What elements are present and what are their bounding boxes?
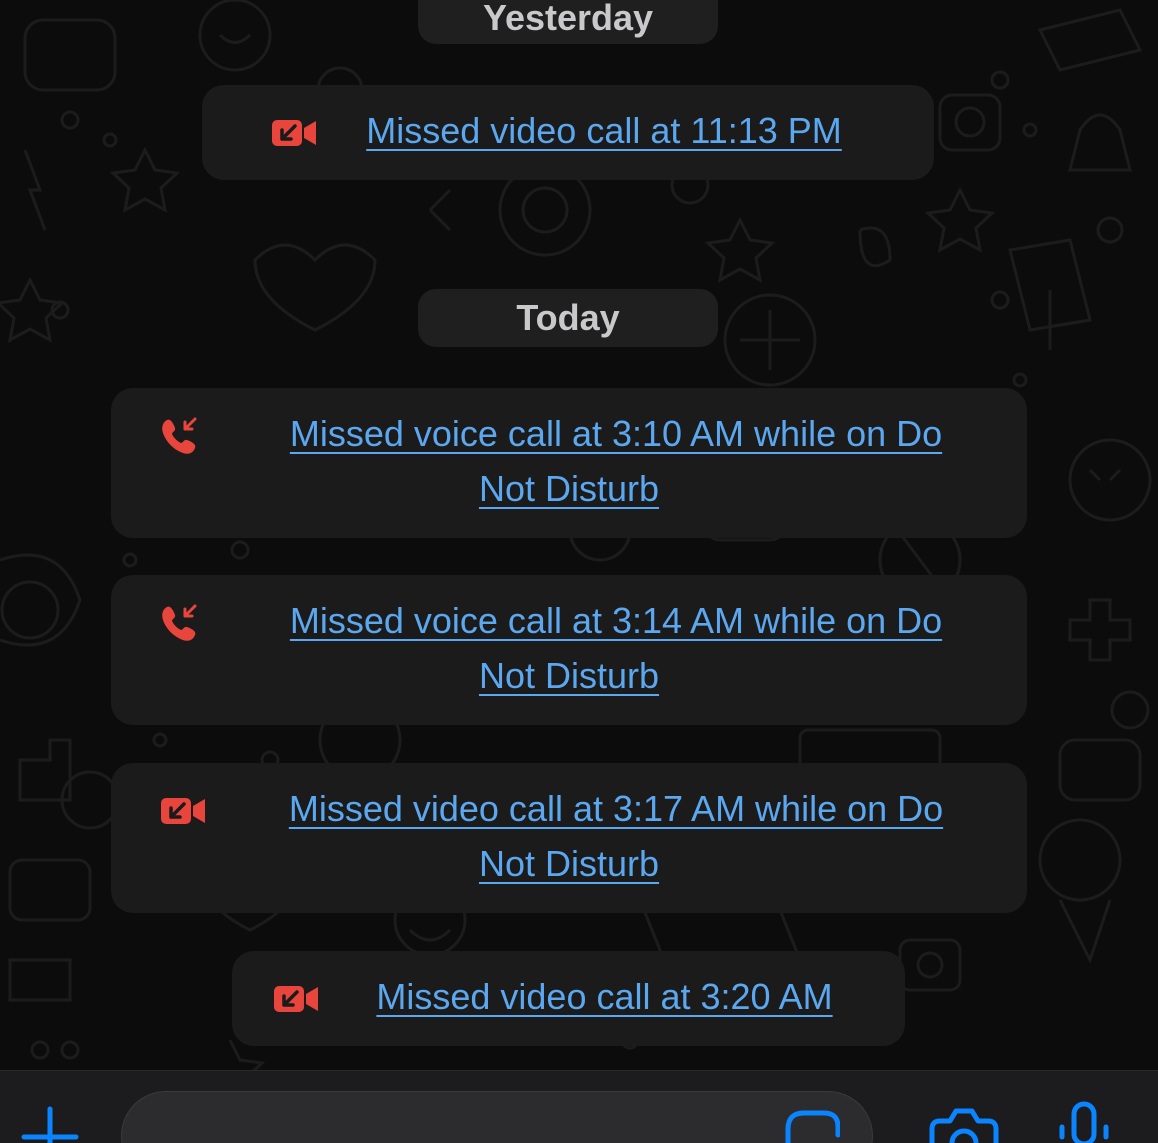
missed-call-message[interactable]: Missed voice call at 3:14 AM while on Do… xyxy=(111,575,1027,725)
date-separator-label: Yesterday xyxy=(482,0,654,38)
call-text-line1[interactable]: Missed video call at 3:20 AM xyxy=(376,976,832,1017)
missed-call-message[interactable]: Missed voice call at 3:10 AM while on Do… xyxy=(111,388,1027,538)
missed-call-message[interactable]: Missed video call at 3:20 AM xyxy=(232,951,905,1046)
date-separator-today: Today xyxy=(418,289,718,347)
missed-call-message[interactable]: Missed video call at 3:17 AM while on Do… xyxy=(111,763,1027,913)
missed-call-message[interactable]: Missed video call at 11:13 PM xyxy=(202,85,934,180)
sticker-icon[interactable] xyxy=(782,1109,840,1143)
camera-icon[interactable] xyxy=(928,1107,1000,1143)
chat-screen: Yesterday Missed video call at 11:13 PM … xyxy=(0,0,1158,1143)
call-text-line1[interactable]: Missed video call at 3:17 AM while on Do xyxy=(289,788,943,829)
call-text-line1[interactable]: Missed voice call at 3:10 AM while on Do xyxy=(290,413,942,454)
call-text-line1[interactable]: Missed video call at 11:13 PM xyxy=(366,110,842,151)
call-text-line1[interactable]: Missed voice call at 3:14 AM while on Do xyxy=(290,600,942,641)
date-separator-yesterday: Yesterday xyxy=(418,0,718,44)
call-text-line2[interactable]: Not Disturb xyxy=(479,468,659,509)
call-text-line2[interactable]: Not Disturb xyxy=(479,843,659,884)
message-composer xyxy=(0,1070,1158,1143)
call-text-line2[interactable]: Not Disturb xyxy=(479,655,659,696)
plus-icon[interactable] xyxy=(18,1105,82,1143)
message-input[interactable] xyxy=(121,1091,873,1143)
date-separator-label: Today xyxy=(516,297,620,338)
microphone-icon[interactable] xyxy=(1058,1101,1110,1143)
